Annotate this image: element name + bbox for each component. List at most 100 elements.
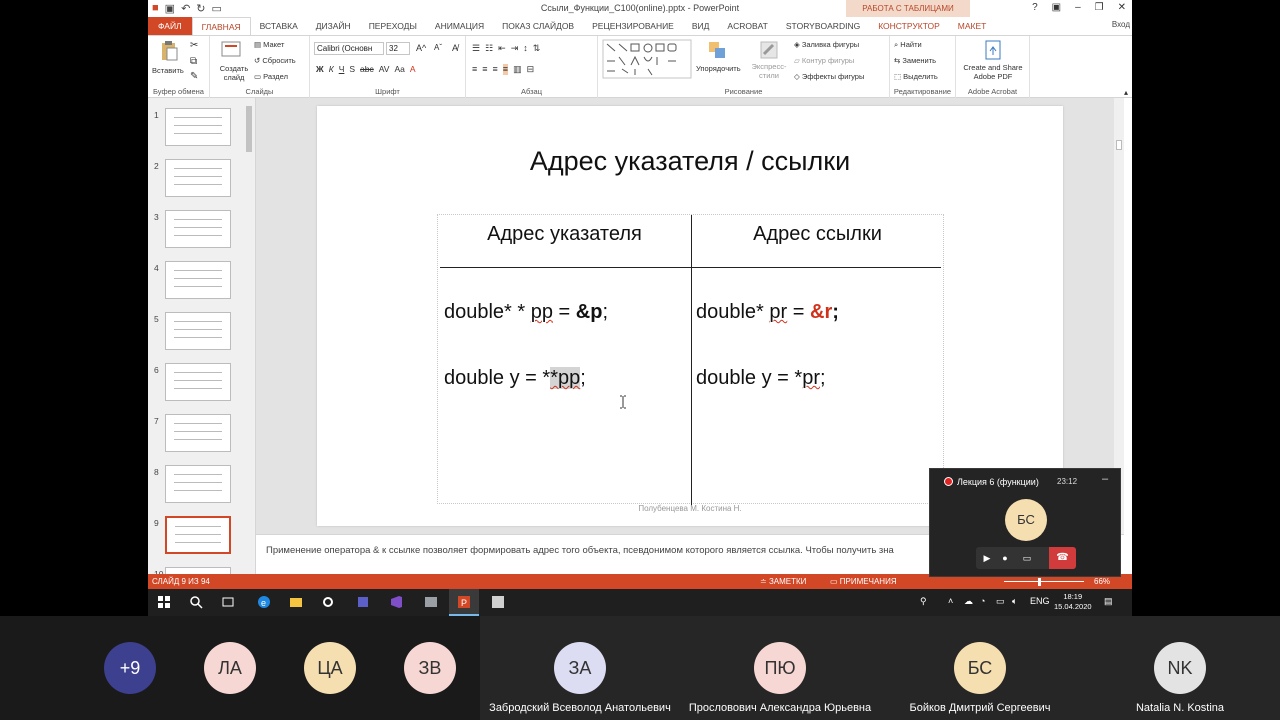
slide-thumbnail-row[interactable]: 6 [148, 363, 255, 409]
grow-font-icon[interactable]: A^ [416, 43, 426, 53]
shape-effects-button[interactable]: ◇ Эффекты фигуры [794, 72, 864, 81]
tab-0[interactable]: ФАЙЛ [148, 17, 192, 35]
participant-tile[interactable]: ЗА Забродский Всеволод Анатольевич [480, 616, 680, 720]
notes-toggle[interactable]: ≐ ЗАМЕТКИ [760, 577, 806, 586]
reset-button[interactable]: ↺ Сбросить [254, 56, 296, 65]
slide-thumbnail-row[interactable]: 9 [148, 516, 255, 562]
participant-tile[interactable]: ЦА [280, 616, 380, 720]
edge-icon[interactable]: e [256, 594, 272, 610]
font-color-icon[interactable]: A [410, 64, 416, 74]
clock[interactable]: 18:19 15.04.2020 [1054, 592, 1092, 612]
layout-button[interactable]: ▤ Макет [254, 40, 284, 49]
justify-icon[interactable]: ≡ [502, 64, 509, 75]
align-text-icon[interactable]: ⊟ [527, 64, 535, 75]
windows-start-icon[interactable] [156, 594, 172, 610]
participant-tile[interactable]: NK Natalia N. Kostina [1080, 616, 1280, 720]
copy-icon[interactable]: ⧉ [190, 56, 197, 67]
zoom-slider[interactable] [1004, 581, 1084, 582]
tab-9[interactable]: ACROBAT [718, 17, 776, 35]
line-spacing-icon[interactable]: ↕ [523, 43, 528, 54]
end-call-icon[interactable]: ☎ [1049, 547, 1076, 569]
tab-8[interactable]: ВИД [683, 17, 719, 35]
minimize-icon[interactable]: – [1075, 2, 1081, 13]
task-view-icon[interactable] [220, 594, 236, 610]
slide-thumbnail-row[interactable]: 2 [148, 159, 255, 205]
align-left-icon[interactable]: ≡ [472, 64, 477, 75]
notes-text[interactable]: Применение оператора & к ссылке позволяе… [266, 545, 894, 556]
paste-icon[interactable] [158, 40, 180, 62]
slide-canvas[interactable]: Адрес указателя / ссылки Адрес указателя… [317, 106, 1063, 526]
video-icon[interactable]: ▶ [980, 551, 994, 565]
section-button[interactable]: ▭ Раздел [254, 72, 288, 81]
create-pdf-button[interactable]: Create and Share Adobe PDF [958, 63, 1028, 81]
share-screen-icon[interactable]: ▭ [1020, 551, 1034, 565]
people-icon[interactable]: ⚲ [920, 596, 927, 607]
slide-thumbnail[interactable] [165, 465, 231, 503]
powerpoint-icon[interactable]: P [456, 594, 472, 610]
meeting-mini-window[interactable]: Лекция 6 (функции) 23:12 – БС ▶ ● ▭ ☎ [929, 468, 1121, 577]
format-painter-icon[interactable]: ✎ [190, 71, 198, 82]
slide-thumbnail[interactable] [165, 363, 231, 401]
slide-thumbnail-row[interactable]: 3 [148, 210, 255, 256]
restore-icon[interactable]: ❐ [1095, 2, 1104, 13]
align-right-icon[interactable]: ≡ [493, 64, 498, 75]
paste-button[interactable]: Вставить [152, 66, 184, 75]
new-slide-button[interactable]: Создать слайд [216, 64, 252, 82]
shapes-gallery[interactable] [602, 39, 692, 79]
participant-tile[interactable]: ПЮ Прословович Александра Юрьевна [680, 616, 880, 720]
char-spacing-icon[interactable]: AV [379, 64, 390, 74]
increase-indent-icon[interactable]: ⇥ [511, 43, 519, 54]
text-direction-icon[interactable]: ⇅ [533, 43, 541, 54]
monitor-icon[interactable]: ▭ [996, 596, 1005, 607]
tab-12[interactable]: МАКЕТ [949, 17, 996, 35]
tab-10[interactable]: STORYBOARDING [777, 17, 869, 35]
create-pdf-icon[interactable] [982, 39, 1004, 61]
slide-thumbnail[interactable] [165, 516, 231, 554]
tray-arrow-icon[interactable]: ˄ [948, 596, 953, 606]
participant-tile[interactable]: ЛА [180, 616, 280, 720]
underline-icon[interactable]: Ч [339, 64, 345, 74]
visual-studio-icon[interactable] [388, 594, 404, 610]
quick-styles-button[interactable]: Экспресс-стили [748, 62, 790, 80]
shadow-icon[interactable]: S [349, 64, 355, 74]
change-case-icon[interactable]: Aa [394, 64, 404, 74]
onedrive-icon[interactable]: ☁ [964, 596, 973, 607]
cell-pointer-deref[interactable]: double y = **pp; [444, 367, 586, 390]
notifications-icon[interactable]: ▤ [1104, 596, 1113, 607]
volume-icon[interactable]: 🔈︎ [1012, 596, 1017, 607]
teams-icon[interactable] [356, 594, 372, 610]
slide-thumbnail[interactable] [165, 567, 231, 574]
arrange-button[interactable]: Упорядочить [696, 64, 741, 73]
table-header-pointer[interactable]: Адрес указателя [438, 223, 691, 246]
file-explorer-icon[interactable] [288, 594, 304, 610]
slide-title[interactable]: Адрес указателя / ссылки [317, 146, 1063, 177]
slide-thumbnail[interactable] [165, 414, 231, 452]
tab-6[interactable]: ПОКАЗ СЛАЙДОВ [493, 17, 583, 35]
zoom-level[interactable]: 66% [1094, 577, 1110, 586]
slide-thumbnail[interactable] [165, 159, 231, 197]
shape-outline-button[interactable]: ▱ Контур фигуры [794, 56, 854, 65]
shrink-font-icon[interactable]: Aˇ [434, 43, 442, 52]
tab-5[interactable]: АНИМАЦИЯ [426, 17, 493, 35]
tab-3[interactable]: ДИЗАЙН [307, 17, 360, 35]
decrease-indent-icon[interactable]: ⇤ [498, 43, 506, 54]
find-button[interactable]: ⌕ Найти [894, 40, 922, 50]
comments-toggle[interactable]: ▭ ПРИМЕЧАНИЯ [830, 577, 897, 586]
font-size-box[interactable]: 32 [386, 42, 410, 55]
tab-1[interactable]: ГЛАВНАЯ [191, 17, 251, 35]
signin-link[interactable]: Вход [1112, 20, 1130, 29]
slide-thumbnail[interactable] [165, 261, 231, 299]
cell-pointer-address[interactable]: double* * pp = &p; [444, 301, 608, 324]
microphone-icon[interactable]: ● [998, 551, 1012, 565]
participant-tile[interactable]: ЗВ [380, 616, 480, 720]
ribbon-options-icon[interactable]: ▣ [1052, 2, 1061, 13]
font-name-box[interactable]: Calibri (Основн [314, 42, 384, 55]
minimize-mini-icon[interactable]: – [1102, 473, 1108, 485]
clear-format-icon[interactable]: A̸ [452, 43, 458, 53]
slide-table[interactable]: Адрес указателя Адрес ссылки double* * p… [437, 214, 944, 505]
editor-scroll-thumb[interactable] [1116, 140, 1122, 150]
slide-thumbnail[interactable] [165, 210, 231, 248]
select-button[interactable]: ⬚ Выделить [894, 72, 938, 81]
participant-tile[interactable]: БС Бойков Дмитрий Сергеевич [880, 616, 1080, 720]
participant-tile[interactable]: +9 [80, 616, 180, 720]
